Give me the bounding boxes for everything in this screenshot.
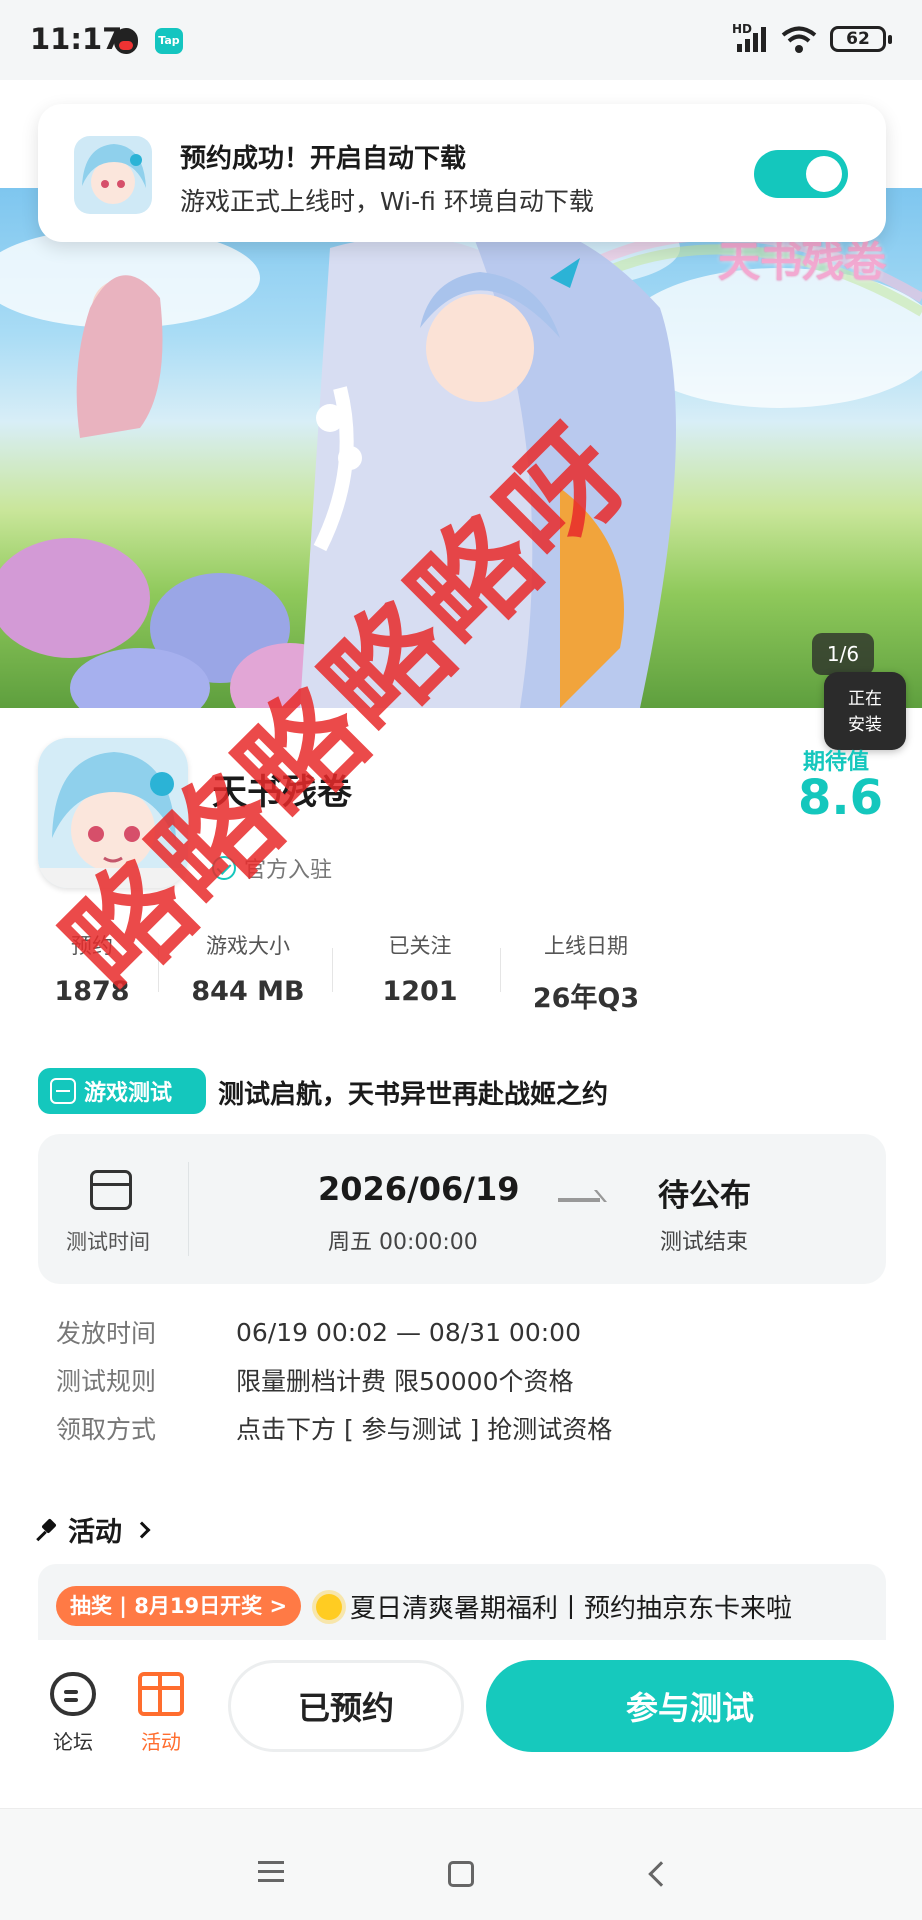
- divider: [158, 948, 159, 992]
- game-icon[interactable]: [38, 738, 188, 888]
- arrow-right-icon: [558, 1198, 600, 1202]
- nav-forum-label: 论坛: [53, 1730, 93, 1754]
- activity-text: 夏日清爽暑期福利丨预约抽京东卡来啦: [350, 1594, 793, 1624]
- wifi-icon: [781, 26, 817, 53]
- stat-label: 预约: [71, 934, 113, 958]
- info-key: 发放时间: [56, 1319, 157, 1348]
- nav-activity[interactable]: 活动: [126, 1672, 196, 1755]
- test-end-label: 测试结束: [660, 1230, 749, 1255]
- info-value: 限量删档计费 限50000个资格: [236, 1367, 574, 1396]
- home-icon[interactable]: [448, 1861, 474, 1887]
- game-title: 天书残卷: [212, 773, 353, 813]
- signal-icon: [737, 27, 766, 52]
- activity-section-header[interactable]: 活动: [38, 1510, 151, 1549]
- status-time: 11:17: [30, 22, 123, 56]
- check-circle-icon: [212, 856, 236, 880]
- join-test-button[interactable]: 参与测试: [486, 1660, 894, 1752]
- info-key: 领取方式: [56, 1415, 157, 1444]
- installing-line1: 正在: [848, 689, 882, 709]
- info-key: 测试规则: [56, 1367, 157, 1396]
- nav-forum[interactable]: 论坛: [38, 1672, 108, 1755]
- screenshot-carousel[interactable]: 天书残卷 1/6: [0, 188, 922, 708]
- stat-value: 26年Q3: [532, 983, 640, 1014]
- stat-release-date: 上线日期 26年Q3: [526, 930, 646, 1015]
- info-value: 06/19 00:02 — 08/31 00:00: [236, 1317, 581, 1347]
- taptap-icon: Tap: [155, 28, 183, 54]
- installing-line2: 安装: [848, 715, 882, 735]
- official-badge: 官方入驻: [212, 852, 332, 884]
- qq-icon: [114, 28, 138, 54]
- test-schedule-card: 测试时间 2026/06/19 周五 00:00:00 待公布 测试结束: [38, 1134, 886, 1284]
- auto-download-toggle[interactable]: [754, 150, 848, 198]
- stat-reservations: 预约 1878: [52, 930, 132, 1007]
- gift-icon: [138, 1672, 184, 1716]
- game-stats: 预约 1878 游戏大小 844 MB 已关注 1201 上线日期 26年Q3: [30, 930, 670, 1014]
- divider: [188, 1162, 189, 1256]
- info-row: 发放时间 06/19 00:02 — 08/31 00:00: [56, 1308, 612, 1356]
- reserved-button[interactable]: 已预约: [228, 1660, 464, 1752]
- calendar-icon: [90, 1170, 132, 1210]
- official-label: 官方入驻: [244, 858, 333, 883]
- system-navigation-bar: [0, 1808, 922, 1920]
- status-bar: 11:17 Tap HD 62: [0, 0, 922, 80]
- forum-icon: [50, 1672, 96, 1716]
- test-start-date: 2026/06/19: [318, 1170, 520, 1208]
- divider: [332, 948, 333, 992]
- back-icon[interactable]: [648, 1861, 674, 1887]
- activity-item[interactable]: 抽奖 | 8月19日开奖 > 夏日清爽暑期福利丨预约抽京东卡来啦: [38, 1564, 886, 1640]
- stat-label: 游戏大小: [206, 934, 290, 958]
- info-row: 领取方式 点击下方 [ 参与测试 ] 抢测试资格: [56, 1404, 612, 1452]
- test-end-status: 待公布: [658, 1178, 751, 1214]
- battery-icon: 62: [830, 26, 892, 52]
- stat-value: 844 MB: [191, 976, 305, 1007]
- bottom-action-bar: 论坛 活动 已预约 参与测试: [0, 1640, 922, 1808]
- stat-size: 游戏大小 844 MB: [188, 930, 308, 1007]
- info-row: 测试规则 限量删档计费 限50000个资格: [56, 1356, 612, 1404]
- activity-header-label: 活动: [68, 1517, 122, 1548]
- rating-value: 8.6: [798, 770, 884, 826]
- toast-description: 游戏正式上线时，Wi-fi 环境自动下载: [180, 187, 594, 216]
- test-icon: [50, 1078, 76, 1104]
- toast-title: 预约成功！开启自动下载: [180, 144, 467, 174]
- stat-followers: 已关注 1201: [360, 930, 480, 1007]
- carousel-counter: 1/6: [812, 633, 874, 675]
- reservation-success-toast: 预约成功！开启自动下载 游戏正式上线时，Wi-fi 环境自动下载: [38, 104, 886, 242]
- chevron-right-icon: [133, 1521, 151, 1538]
- stat-label: 上线日期: [544, 934, 628, 958]
- stat-value: 1878: [54, 976, 130, 1007]
- divider: [500, 948, 501, 992]
- installing-float-button[interactable]: 正在 安装: [824, 672, 906, 750]
- game-test-badge: 游戏测试: [38, 1068, 206, 1114]
- nav-activity-label: 活动: [141, 1730, 181, 1754]
- menu-icon[interactable]: [258, 1861, 284, 1864]
- test-start-time: 周五 00:00:00: [328, 1230, 478, 1255]
- stat-label: 已关注: [388, 934, 452, 958]
- pin-icon: [38, 1520, 58, 1540]
- stat-value: 1201: [382, 976, 458, 1007]
- test-headline: 测试启航，天书异世再赴战姬之约: [218, 1080, 609, 1110]
- sun-icon: [316, 1594, 342, 1620]
- lottery-pill[interactable]: 抽奖 | 8月19日开奖 >: [56, 1586, 302, 1626]
- test-time-label: 测试时间: [66, 1230, 150, 1254]
- info-value: 点击下方 [ 参与测试 ] 抢测试资格: [236, 1415, 613, 1444]
- test-info-list: 发放时间 06/19 00:02 — 08/31 00:00 测试规则 限量删档…: [56, 1308, 612, 1452]
- test-badge-label: 游戏测试: [84, 1081, 173, 1106]
- toast-game-avatar: [74, 136, 152, 214]
